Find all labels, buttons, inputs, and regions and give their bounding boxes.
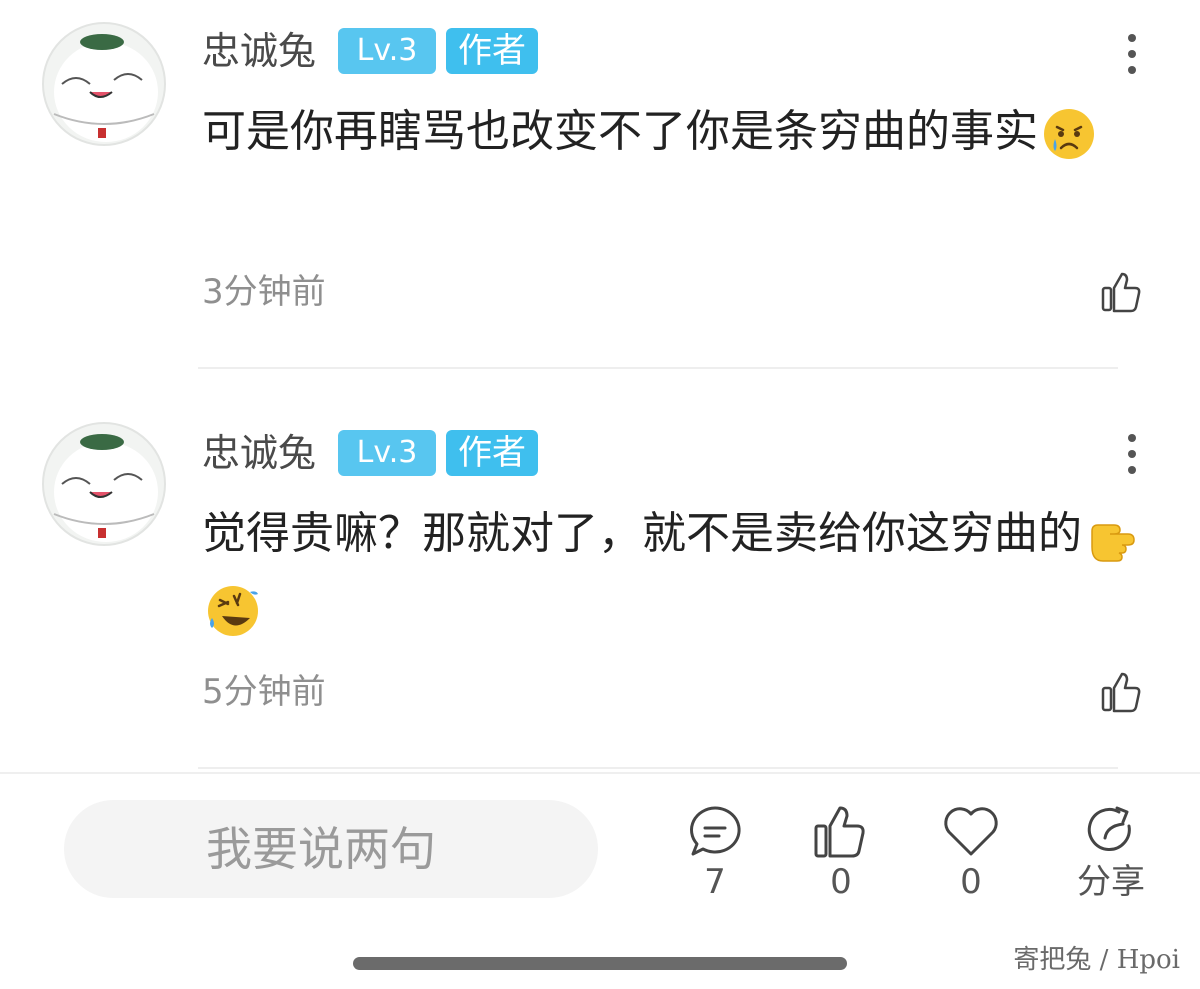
crying-face-icon (1044, 109, 1094, 159)
comment-input-placeholder: 我要说两句 (206, 822, 436, 876)
comment-input[interactable]: 我要说两句 (64, 800, 598, 898)
author-badge: 作者 (446, 28, 538, 74)
share-label: 分享 (1077, 862, 1145, 902)
comment-text: 觉得贵嘛？那就对了，就不是卖给你这穷曲的 (202, 496, 1142, 646)
comment-bubble-icon (690, 806, 741, 856)
watermark: 寄把兔 / Hpoi (1013, 945, 1180, 975)
more-options-icon[interactable] (1120, 434, 1144, 474)
avatar[interactable] (42, 22, 166, 146)
comment-count: 7 (704, 862, 726, 902)
comment-button[interactable]: 7 (660, 800, 770, 910)
username[interactable]: 忠诚兔 (202, 428, 316, 478)
comment-body: 可是你再瞎骂也改变不了你是条穷曲的事实 (202, 106, 1038, 157)
username[interactable]: 忠诚兔 (202, 26, 316, 76)
share-button[interactable]: 分享 (1056, 800, 1166, 910)
timestamp: 5分钟前 (202, 672, 326, 712)
like-count: 0 (830, 862, 852, 902)
pointing-hand-icon (1091, 524, 1135, 562)
divider (198, 367, 1118, 369)
rabbit-avatar-icon (53, 434, 158, 542)
like-button[interactable]: 0 (786, 800, 896, 910)
heart-icon (944, 807, 998, 856)
timestamp: 3分钟前 (202, 272, 326, 312)
avatar[interactable] (42, 422, 166, 546)
level-badge: Lv.3 (338, 430, 436, 476)
rolling-laughing-face-icon (208, 586, 258, 636)
comment-text: 可是你再瞎骂也改变不了你是条穷曲的事实 (202, 94, 1142, 169)
thumbs-up-icon (814, 806, 865, 858)
level-badge: Lv.3 (338, 28, 436, 74)
comment-body: 觉得贵嘛？那就对了，就不是卖给你这穷曲的 (202, 508, 1082, 559)
more-options-icon[interactable] (1120, 34, 1144, 74)
share-icon (1087, 806, 1131, 851)
rabbit-avatar-icon (53, 34, 158, 142)
divider (198, 767, 1118, 769)
author-badge: 作者 (446, 430, 538, 476)
home-indicator[interactable] (353, 957, 847, 970)
favorite-button[interactable]: 0 (916, 800, 1026, 910)
favorite-count: 0 (960, 862, 982, 902)
thumbs-up-icon[interactable] (1100, 270, 1144, 314)
thumbs-up-icon[interactable] (1100, 670, 1144, 714)
